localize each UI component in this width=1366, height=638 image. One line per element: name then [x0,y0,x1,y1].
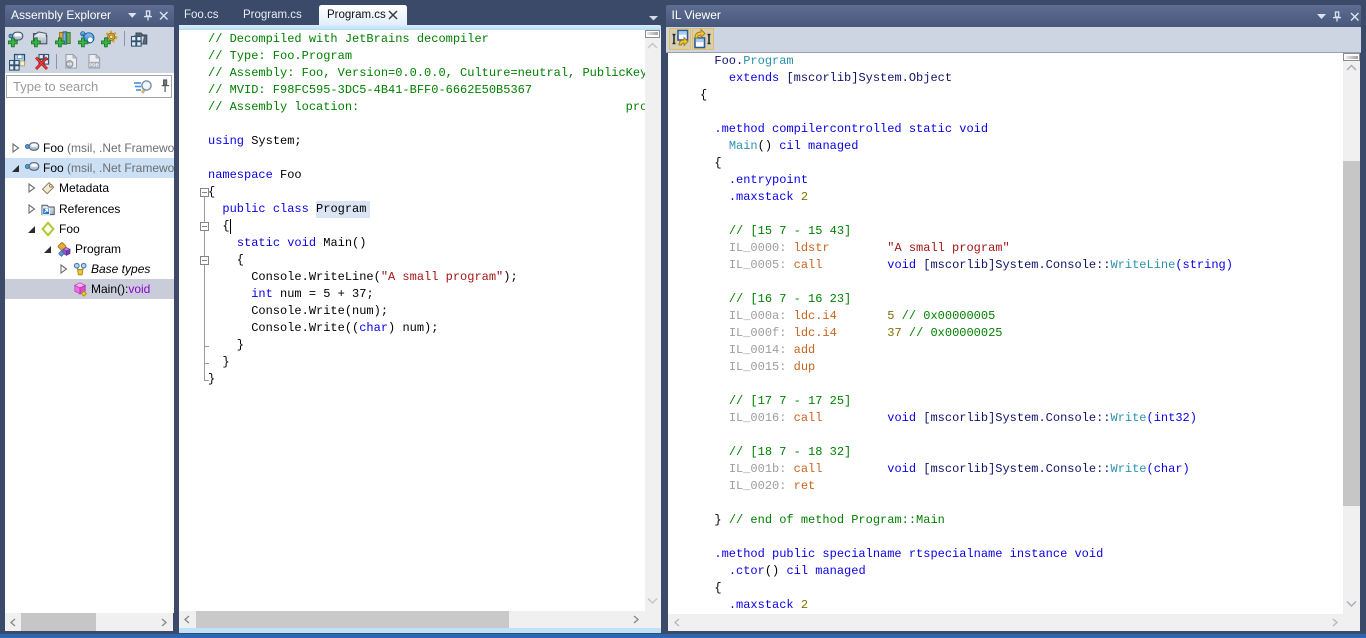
svg-text:PDB: PDB [89,62,99,67]
